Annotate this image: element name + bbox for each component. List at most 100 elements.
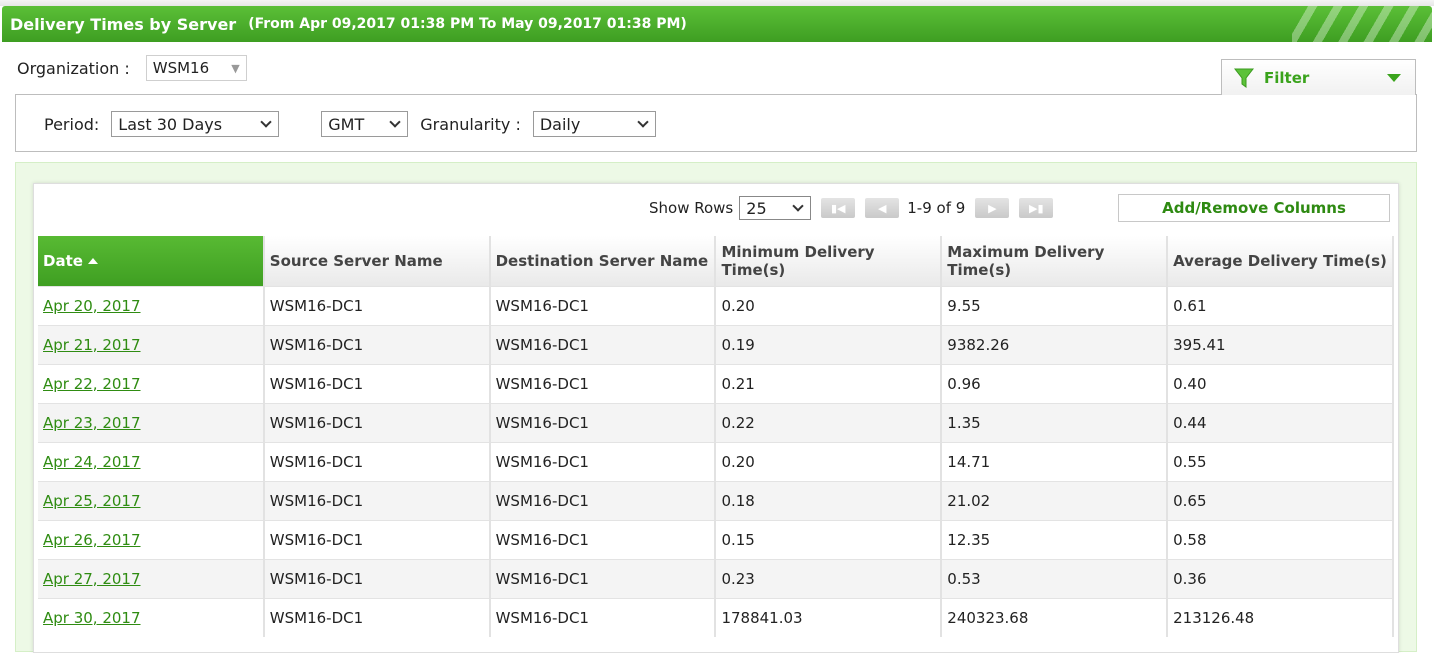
cell-destination-server: WSM16-DC1 bbox=[489, 480, 717, 520]
prev-page-button[interactable]: ◀ bbox=[865, 198, 900, 218]
sort-ascending-icon bbox=[87, 258, 98, 265]
cell-destination-server: WSM16-DC1 bbox=[489, 558, 717, 598]
date-link[interactable]: Apr 21, 2017 bbox=[43, 336, 141, 354]
cell-destination-server: WSM16-DC1 bbox=[489, 402, 717, 442]
first-page-button[interactable]: ▮◀ bbox=[821, 198, 856, 218]
cell-date: Apr 25, 2017 bbox=[38, 480, 265, 520]
granularity-value: Daily bbox=[539, 114, 581, 134]
date-link[interactable]: Apr 23, 2017 bbox=[43, 414, 141, 432]
last-page-button[interactable]: ▶▮ bbox=[1019, 198, 1054, 218]
granularity-label: Granularity : bbox=[420, 114, 521, 134]
cell-min-delivery: 0.19 bbox=[715, 324, 943, 364]
table-row: Apr 27, 2017 WSM16-DC1 WSM16-DC1 0.23 0.… bbox=[38, 558, 1394, 598]
date-link[interactable]: Apr 30, 2017 bbox=[43, 609, 141, 627]
column-header-min-delivery[interactable]: Minimum Delivery Time(s) bbox=[715, 236, 943, 286]
pager: Show Rows 25 ▮◀ ◀ 1-9 of 9 ▶ ▶▮ bbox=[649, 196, 1054, 220]
delivery-times-table: Date Source Server Name Destination Serv… bbox=[38, 236, 1394, 637]
cell-avg-delivery: 395.41 bbox=[1167, 324, 1394, 364]
date-link[interactable]: Apr 20, 2017 bbox=[43, 297, 141, 315]
cell-destination-server: WSM16-DC1 bbox=[489, 441, 717, 481]
prev-page-icon: ◀ bbox=[878, 201, 887, 215]
column-header-destination-server[interactable]: Destination Server Name bbox=[489, 236, 717, 286]
organization-value: WSM16 bbox=[152, 59, 210, 77]
cell-source-server: WSM16-DC1 bbox=[263, 285, 491, 325]
organization-label: Organization : bbox=[17, 58, 130, 78]
cell-avg-delivery: 0.36 bbox=[1167, 558, 1394, 598]
grid-container: Show Rows 25 ▮◀ ◀ 1-9 of 9 ▶ ▶▮ Add/Remo… bbox=[15, 162, 1417, 653]
cell-avg-delivery: 0.58 bbox=[1167, 519, 1394, 559]
cell-source-server: WSM16-DC1 bbox=[263, 441, 491, 481]
column-header-source-server[interactable]: Source Server Name bbox=[263, 236, 491, 286]
table-row: Apr 23, 2017 WSM16-DC1 WSM16-DC1 0.22 1.… bbox=[38, 402, 1394, 442]
cell-max-delivery: 9.55 bbox=[941, 285, 1169, 325]
timezone-select[interactable]: GMT bbox=[321, 111, 409, 137]
filter-label: Filter bbox=[1264, 68, 1310, 87]
show-rows-label: Show Rows bbox=[649, 199, 734, 217]
column-header-max-delivery[interactable]: Maximum Delivery Time(s) bbox=[941, 236, 1169, 286]
cell-date: Apr 21, 2017 bbox=[38, 324, 265, 364]
grid-panel: Show Rows 25 ▮◀ ◀ 1-9 of 9 ▶ ▶▮ Add/Remo… bbox=[33, 183, 1399, 653]
next-page-icon: ▶ bbox=[988, 201, 997, 215]
last-page-icon: ▶▮ bbox=[1029, 201, 1044, 215]
cell-date: Apr 26, 2017 bbox=[38, 519, 265, 559]
cell-max-delivery: 240323.68 bbox=[941, 597, 1169, 637]
cell-avg-delivery: 0.55 bbox=[1167, 441, 1394, 481]
cell-destination-server: WSM16-DC1 bbox=[489, 597, 717, 637]
timezone-value: GMT bbox=[328, 114, 365, 134]
cell-max-delivery: 0.96 bbox=[941, 363, 1169, 403]
column-header-avg-delivery[interactable]: Average Delivery Time(s) bbox=[1167, 236, 1394, 286]
cell-min-delivery: 0.15 bbox=[715, 519, 943, 559]
cell-max-delivery: 12.35 bbox=[941, 519, 1169, 559]
cell-source-server: WSM16-DC1 bbox=[263, 402, 491, 442]
cell-avg-delivery: 0.40 bbox=[1167, 363, 1394, 403]
cell-avg-delivery: 0.44 bbox=[1167, 402, 1394, 442]
grid-toolbar: Show Rows 25 ▮◀ ◀ 1-9 of 9 ▶ ▶▮ Add/Remo… bbox=[34, 184, 1398, 234]
cell-destination-server: WSM16-DC1 bbox=[489, 285, 717, 325]
cell-destination-server: WSM16-DC1 bbox=[489, 324, 717, 364]
date-link[interactable]: Apr 22, 2017 bbox=[43, 375, 141, 393]
date-link[interactable]: Apr 26, 2017 bbox=[43, 531, 141, 549]
period-label: Period: bbox=[44, 114, 100, 134]
cell-source-server: WSM16-DC1 bbox=[263, 324, 491, 364]
cell-date: Apr 20, 2017 bbox=[38, 285, 265, 325]
cell-source-server: WSM16-DC1 bbox=[263, 597, 491, 637]
date-link[interactable]: Apr 25, 2017 bbox=[43, 492, 141, 510]
report-date-range: (From Apr 09,2017 01:38 PM To May 09,201… bbox=[248, 16, 687, 32]
cell-date: Apr 24, 2017 bbox=[38, 441, 265, 481]
table-header-row: Date Source Server Name Destination Serv… bbox=[38, 236, 1394, 286]
chevron-down-icon bbox=[389, 116, 401, 128]
period-value: Last 30 Days bbox=[118, 114, 223, 134]
chevron-down-icon bbox=[792, 200, 804, 212]
period-select[interactable]: Last 30 Days bbox=[111, 111, 280, 137]
cell-min-delivery: 0.22 bbox=[715, 402, 943, 442]
cell-source-server: WSM16-DC1 bbox=[263, 558, 491, 598]
table-row: Apr 22, 2017 WSM16-DC1 WSM16-DC1 0.21 0.… bbox=[38, 363, 1394, 403]
funnel-icon bbox=[1234, 68, 1254, 88]
organization-row: Organization : WSM16 ▼ bbox=[17, 55, 247, 81]
cell-max-delivery: 0.53 bbox=[941, 558, 1169, 598]
title-decoration bbox=[1292, 6, 1432, 42]
table-row: Apr 21, 2017 WSM16-DC1 WSM16-DC1 0.19 93… bbox=[38, 324, 1394, 364]
date-link[interactable]: Apr 27, 2017 bbox=[43, 570, 141, 588]
organization-select[interactable]: WSM16 ▼ bbox=[145, 55, 247, 81]
cell-date: Apr 22, 2017 bbox=[38, 363, 265, 403]
table-row: Apr 24, 2017 WSM16-DC1 WSM16-DC1 0.20 14… bbox=[38, 441, 1394, 481]
chevron-down-icon bbox=[637, 116, 649, 128]
cell-min-delivery: 178841.03 bbox=[715, 597, 943, 637]
add-remove-columns-button[interactable]: Add/Remove Columns bbox=[1118, 194, 1390, 222]
table-row: Apr 26, 2017 WSM16-DC1 WSM16-DC1 0.15 12… bbox=[38, 519, 1394, 559]
rows-per-page-select[interactable]: 25 bbox=[739, 196, 812, 220]
first-page-icon: ▮◀ bbox=[831, 201, 846, 215]
column-header-date[interactable]: Date bbox=[38, 236, 265, 286]
date-link[interactable]: Apr 24, 2017 bbox=[43, 453, 141, 471]
next-page-button[interactable]: ▶ bbox=[975, 198, 1010, 218]
cell-date: Apr 27, 2017 bbox=[38, 558, 265, 598]
cell-source-server: WSM16-DC1 bbox=[263, 480, 491, 520]
cell-destination-server: WSM16-DC1 bbox=[489, 519, 717, 559]
cell-min-delivery: 0.20 bbox=[715, 285, 943, 325]
filter-button[interactable]: Filter bbox=[1221, 59, 1416, 95]
table-row: Apr 25, 2017 WSM16-DC1 WSM16-DC1 0.18 21… bbox=[38, 480, 1394, 520]
table-row: Apr 20, 2017 WSM16-DC1 WSM16-DC1 0.20 9.… bbox=[38, 285, 1394, 325]
granularity-select[interactable]: Daily bbox=[532, 111, 656, 137]
report-title: Delivery Times by Server bbox=[10, 14, 237, 34]
